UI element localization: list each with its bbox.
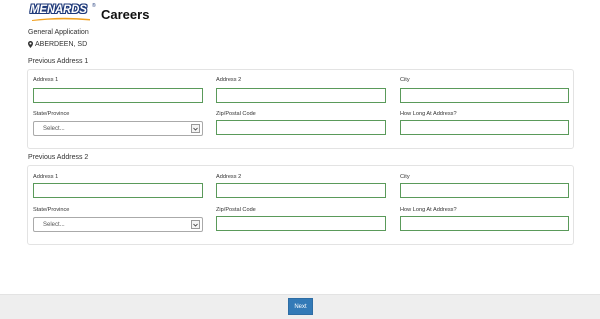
page-header: MENARDS ® Careers	[28, 3, 150, 24]
page-title: Careers	[101, 6, 150, 22]
state-select-value: Select...	[43, 126, 65, 132]
address2-label: Address 2	[216, 174, 242, 180]
chevron-down-icon[interactable]	[191, 220, 200, 229]
state-label: State/Province	[33, 207, 70, 213]
city-input-2[interactable]	[400, 183, 569, 198]
state-select-1[interactable]: Select...	[33, 121, 203, 136]
address1-input-1[interactable]	[33, 88, 203, 103]
address1-input-2[interactable]	[33, 183, 203, 198]
how-long-label: How Long At Address?	[400, 207, 457, 213]
address2-input-1[interactable]	[216, 88, 386, 103]
address1-label: Address 1	[33, 77, 59, 83]
zip-label: Zip/Postal Code	[216, 207, 256, 213]
how-long-label: How Long At Address?	[400, 111, 457, 117]
location: ABERDEEN, SD	[28, 41, 87, 48]
chevron-down-icon[interactable]	[191, 124, 200, 133]
location-text: ABERDEEN, SD	[35, 41, 88, 48]
zip-label: Zip/Postal Code	[216, 111, 256, 117]
logo-registered-mark: ®	[92, 3, 96, 9]
application-title: General Application	[28, 29, 89, 36]
address2-label: Address 2	[216, 77, 242, 83]
how-long-input-1[interactable]	[400, 120, 569, 135]
address2-input-2[interactable]	[216, 183, 386, 198]
city-label: City	[400, 77, 410, 83]
menards-logo: MENARDS ®	[28, 3, 96, 24]
zip-input-2[interactable]	[216, 216, 386, 231]
zip-input-1[interactable]	[216, 120, 386, 135]
previous-address-1-panel: Address 1 Address 2 City State/Province …	[27, 69, 574, 149]
city-input-1[interactable]	[400, 88, 569, 103]
next-button[interactable]: Next	[288, 298, 313, 315]
address1-label: Address 1	[33, 174, 59, 180]
state-select-value: Select...	[43, 222, 65, 228]
previous-address-2-panel: Address 1 Address 2 City State/Province …	[27, 165, 574, 245]
map-pin-icon	[28, 41, 33, 48]
logo-text: MENARDS	[30, 4, 87, 16]
city-label: City	[400, 174, 410, 180]
section-title-previous-address-2: Previous Address 2	[28, 154, 89, 161]
section-title-previous-address-1: Previous Address 1	[28, 58, 89, 65]
state-label: State/Province	[33, 111, 70, 117]
logo-swoosh-icon	[32, 17, 90, 21]
how-long-input-2[interactable]	[400, 216, 569, 231]
state-select-2[interactable]: Select...	[33, 217, 203, 232]
